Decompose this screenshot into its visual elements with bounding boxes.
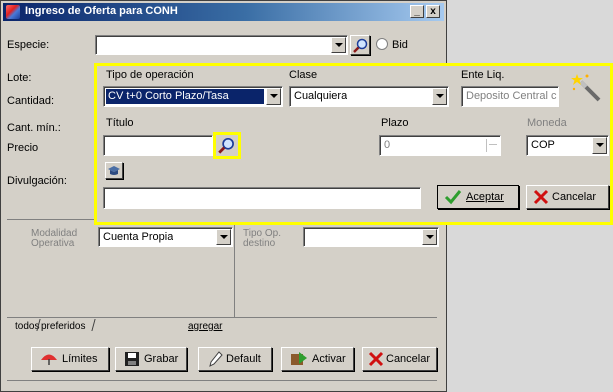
close-icon	[533, 189, 549, 205]
clase-label: Clase	[289, 69, 318, 81]
modalidad-combo[interactable]: Cuenta Propia	[98, 227, 233, 247]
moneda-label: Moneda	[527, 117, 567, 129]
bid-radio[interactable]	[376, 38, 388, 50]
tipo-operacion-value: CV t+0 Corto Plazo/Tasa	[108, 90, 229, 102]
cantidad-label: Cantidad:	[7, 95, 55, 107]
moneda-value: COP	[531, 139, 555, 151]
lote-label: Lote:	[7, 72, 32, 84]
cancelar-bottom-button[interactable]: Cancelar	[362, 347, 437, 371]
default-label: Default	[226, 353, 261, 365]
tipo-operacion-combo[interactable]: CV t+0 Corto Plazo/Tasa	[103, 86, 283, 107]
modalidad-value: Cuenta Propia	[103, 231, 174, 243]
titulo-field[interactable]	[103, 135, 213, 156]
close-label: x	[430, 6, 436, 17]
default-button[interactable]: Default	[198, 347, 272, 371]
window-title: Ingreso de Oferta para CONH	[25, 5, 178, 17]
cancelar-bottom-label: Cancelar	[386, 353, 431, 365]
bid-label: Bid	[392, 39, 408, 51]
plazo-value: 0	[384, 139, 391, 151]
graduation-cap-icon	[108, 166, 120, 175]
tipo-op-destino-combo[interactable]	[303, 227, 439, 247]
window-titlebar[interactable]: Ingreso de Oferta para CONH _ x	[3, 3, 444, 21]
chevron-down-icon[interactable]	[331, 37, 346, 53]
plazo-label: Plazo	[381, 117, 409, 129]
chevron-down-icon[interactable]	[592, 137, 607, 154]
ente-liq-field[interactable]: Deposito Central c	[461, 86, 559, 107]
plazo-spinner[interactable]: 0	[379, 135, 501, 156]
checkmark-icon	[444, 190, 462, 205]
agregar-link[interactable]: agregar	[188, 321, 222, 332]
aceptar-button[interactable]: Aceptar	[437, 185, 519, 209]
activar-button[interactable]: Activar	[281, 347, 354, 371]
activate-icon	[291, 352, 307, 365]
magnifier-icon	[353, 38, 368, 53]
grabar-label: Grabar	[144, 353, 179, 365]
vertical-separator	[234, 221, 235, 317]
activar-label: Activar	[312, 353, 346, 365]
tab-preferidos[interactable]: preferidos	[41, 321, 85, 332]
precio-label: Precio	[7, 142, 39, 154]
magic-wand-icon[interactable]	[571, 72, 603, 104]
app-icon	[6, 5, 20, 19]
magnifier-icon	[218, 137, 234, 154]
chevron-down-icon[interactable]	[266, 88, 281, 105]
chevron-down-icon[interactable]	[432, 88, 447, 105]
spinner-arrows-icon[interactable]	[486, 139, 498, 152]
operation-popup-panel: Tipo de operación CV t+0 Corto Plazo/Tas…	[94, 63, 613, 225]
graduation-cap-button[interactable]	[105, 162, 123, 179]
grabar-button[interactable]: Grabar	[115, 347, 187, 371]
clase-value: Cualquiera	[294, 90, 348, 102]
floppy-disk-icon	[125, 352, 139, 366]
limites-button[interactable]: Límites	[31, 347, 109, 371]
especie-combo[interactable]	[95, 35, 348, 55]
status-bar	[7, 380, 437, 390]
especie-label: Especie:	[7, 39, 50, 51]
cant-min-label: Cant. mín.:	[7, 122, 61, 134]
close-button[interactable]: x	[426, 5, 440, 18]
ente-liq-value: Deposito Central c	[466, 90, 557, 102]
tipo-op-destino-label: Tipo Op. destino	[243, 228, 281, 249]
moneda-combo[interactable]: COP	[526, 135, 609, 156]
aceptar-label: Aceptar	[466, 191, 504, 203]
titulo-search-button[interactable]	[213, 132, 241, 159]
clase-combo[interactable]: Cualquiera	[289, 86, 449, 107]
limites-label: Límites	[62, 353, 98, 365]
cancelar-popup-label: Cancelar	[552, 191, 597, 203]
divulgacion-label: Divulgación:	[7, 175, 67, 187]
close-icon	[368, 351, 384, 367]
modalidad-label: Modalidad Operativa	[31, 228, 78, 249]
chevron-down-icon[interactable]	[422, 229, 437, 245]
tab-baseline	[7, 317, 437, 318]
tab-divider	[91, 319, 96, 331]
spinner-divider	[489, 144, 497, 145]
minimize-button[interactable]: _	[410, 5, 424, 18]
minimize-label: _	[414, 6, 420, 17]
especie-search-button[interactable]	[350, 35, 370, 55]
cancelar-popup-button[interactable]: Cancelar	[526, 185, 609, 209]
chevron-down-icon[interactable]	[216, 229, 231, 245]
titulo-label: Título	[106, 117, 134, 129]
pencil-icon	[209, 351, 223, 367]
ente-liq-label: Ente Liq.	[461, 69, 505, 81]
umbrella-icon	[41, 354, 57, 365]
tipo-operacion-label: Tipo de operación	[106, 69, 194, 81]
description-field[interactable]	[103, 187, 421, 209]
